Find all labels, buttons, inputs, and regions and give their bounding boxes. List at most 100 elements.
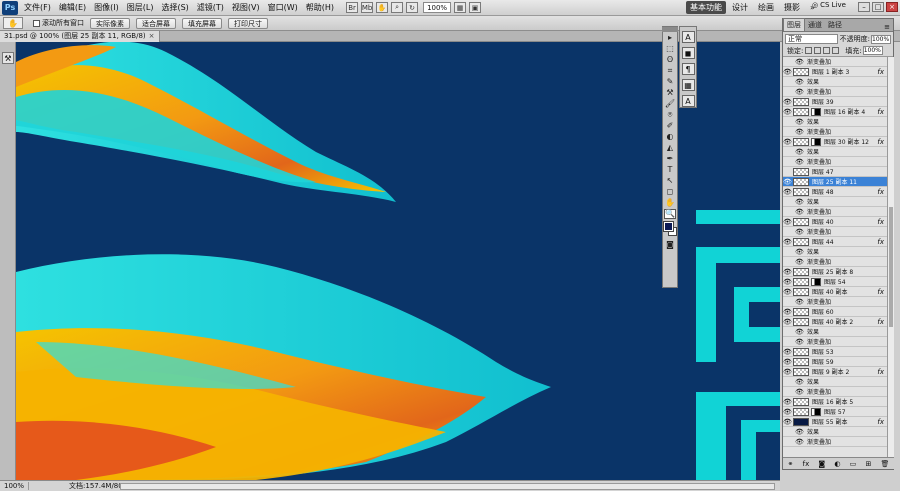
layer-row[interactable]: 👁 图层 40 副本 2 fx bbox=[783, 317, 887, 327]
eye-icon[interactable]: 👁 bbox=[783, 318, 792, 326]
tool-0-icon[interactable]: ▸ bbox=[664, 33, 676, 43]
lock-transparent-icon[interactable] bbox=[805, 47, 813, 54]
hand-tool-preset-icon[interactable]: ✋ bbox=[3, 17, 23, 29]
layer-row[interactable]: 👁 图层 60 bbox=[783, 307, 887, 317]
arrange-documents-icon[interactable]: ▦ bbox=[454, 2, 467, 13]
eye-icon[interactable]: 👁 bbox=[795, 328, 804, 336]
layers-footer-0-icon[interactable]: ⚭ bbox=[788, 460, 794, 468]
scrollbar-thumb[interactable] bbox=[889, 207, 893, 327]
screen-mode-icon[interactable]: ▣ bbox=[469, 2, 482, 13]
lock-position-icon[interactable] bbox=[823, 47, 831, 54]
minimize-icon[interactable]: – bbox=[858, 2, 870, 12]
fx-icon[interactable]: fx bbox=[877, 108, 884, 116]
horizontal-scrollbar[interactable] bbox=[120, 483, 775, 490]
bridge-icon[interactable]: Br bbox=[346, 2, 359, 13]
eye-icon[interactable]: 👁 bbox=[783, 108, 792, 116]
dock-panel-0-icon[interactable]: A bbox=[681, 31, 695, 43]
menu-item-8[interactable]: 帮助(H) bbox=[302, 2, 338, 13]
layer-row[interactable]: 👁 图层 53 bbox=[783, 347, 887, 357]
layer-row[interactable]: 👁 图层 59 bbox=[783, 357, 887, 367]
eye-icon[interactable]: 👁 bbox=[795, 378, 804, 386]
tab-channels[interactable]: 通道 bbox=[805, 19, 825, 31]
fx-icon[interactable]: fx bbox=[877, 288, 884, 296]
layers-footer-1-icon[interactable]: fx bbox=[803, 460, 810, 468]
minibridge-icon[interactable]: Mb bbox=[361, 2, 374, 13]
lock-pixels-icon[interactable] bbox=[814, 47, 822, 54]
eye-icon[interactable]: 👁 bbox=[783, 418, 792, 426]
eye-icon[interactable]: 👁 bbox=[795, 158, 804, 166]
eye-icon[interactable]: 👁 bbox=[783, 288, 792, 296]
layer-row[interactable]: 图层 47 bbox=[783, 167, 887, 177]
eye-icon[interactable]: 👁 bbox=[783, 358, 792, 366]
dock-panel-4-icon[interactable]: A bbox=[681, 95, 695, 107]
layers-footer-5-icon[interactable]: ⊞ bbox=[865, 460, 871, 468]
layer-row[interactable]: 👁 图层 9 副本 2 fx bbox=[783, 367, 887, 377]
tool-5-icon[interactable]: ⚒ bbox=[664, 88, 676, 98]
eye-icon[interactable]: 👁 bbox=[795, 438, 804, 446]
eye-icon[interactable]: 👁 bbox=[783, 218, 792, 226]
layer-row[interactable]: 👁 图层 30 副本 12 fx bbox=[783, 137, 887, 147]
eye-icon[interactable]: 👁 bbox=[795, 248, 804, 256]
menu-item-0[interactable]: 文件(F) bbox=[20, 2, 55, 13]
eye-icon[interactable]: 👁 bbox=[783, 368, 792, 376]
layers-footer-2-icon[interactable]: ◙ bbox=[818, 460, 825, 468]
tool-10-icon[interactable]: ◭ bbox=[664, 143, 676, 153]
workspace-2[interactable]: 绘画 bbox=[754, 1, 778, 14]
eye-icon[interactable]: 👁 bbox=[795, 208, 804, 216]
eye-icon[interactable]: 👁 bbox=[795, 298, 804, 306]
rotate-view-icon[interactable]: ↻ bbox=[406, 2, 419, 13]
tool-16-icon[interactable]: 🔍 bbox=[664, 209, 676, 219]
dock-panel-3-icon[interactable]: ▦ bbox=[681, 79, 695, 91]
fit-screen-button[interactable]: 适合屏幕 bbox=[136, 17, 176, 29]
scroll-all-windows-option[interactable]: 滚动所有窗口 bbox=[33, 18, 84, 28]
scroll-all-checkbox[interactable] bbox=[33, 19, 40, 27]
workspace-1[interactable]: 设计 bbox=[728, 1, 752, 14]
fx-icon[interactable]: fx bbox=[877, 368, 884, 376]
workspace-3[interactable]: 摄影 bbox=[780, 1, 804, 14]
fx-icon[interactable]: fx bbox=[877, 238, 884, 246]
fx-icon[interactable]: fx bbox=[877, 318, 884, 326]
hand-tool-icon[interactable]: ✋ bbox=[376, 2, 389, 13]
eye-icon[interactable]: 👁 bbox=[783, 98, 792, 106]
eye-icon[interactable]: 👁 bbox=[783, 188, 792, 196]
eye-icon[interactable]: 👁 bbox=[783, 308, 792, 316]
close-tab-icon[interactable]: × bbox=[149, 31, 155, 42]
panel-menu-icon[interactable]: ≡ bbox=[881, 23, 893, 31]
layer-row[interactable]: 👁 图层 57 bbox=[783, 407, 887, 417]
tool-2-icon[interactable]: ʘ bbox=[664, 55, 676, 65]
foreground-color-swatch[interactable] bbox=[663, 221, 674, 232]
zoom-tool-icon[interactable]: ⌕ bbox=[391, 2, 404, 13]
eye-icon[interactable]: 👁 bbox=[795, 428, 804, 436]
eye-icon[interactable]: 👁 bbox=[783, 348, 792, 356]
eye-icon[interactable]: 👁 bbox=[795, 388, 804, 396]
tool-12-icon[interactable]: T bbox=[664, 165, 676, 175]
workspace-0[interactable]: 基本功能 bbox=[686, 1, 726, 14]
eye-icon[interactable]: 👁 bbox=[783, 398, 792, 406]
layer-row[interactable]: 👁 图层 40 副本 fx bbox=[783, 287, 887, 297]
eye-icon[interactable]: 👁 bbox=[783, 138, 792, 146]
fx-icon[interactable]: fx bbox=[877, 218, 884, 226]
layer-row[interactable]: 👁 图层 40 fx bbox=[783, 217, 887, 227]
fx-icon[interactable]: fx bbox=[877, 138, 884, 146]
eye-icon[interactable]: 👁 bbox=[783, 408, 792, 416]
layer-row[interactable]: 👁 图层 54 bbox=[783, 277, 887, 287]
eye-icon[interactable]: 👁 bbox=[795, 58, 804, 66]
tool-15-icon[interactable]: ✋ bbox=[664, 198, 676, 208]
eye-icon[interactable]: 👁 bbox=[795, 128, 804, 136]
tool-3-icon[interactable]: ⌗ bbox=[664, 66, 676, 76]
fx-icon[interactable]: fx bbox=[877, 188, 884, 196]
fx-icon[interactable]: fx bbox=[877, 418, 884, 426]
fill-screen-button[interactable]: 填充屏幕 bbox=[182, 17, 222, 29]
eye-icon[interactable]: 👁 bbox=[795, 78, 804, 86]
tool-14-icon[interactable]: ◻ bbox=[664, 187, 676, 197]
layers-footer-6-icon[interactable]: 🗑 bbox=[881, 460, 890, 468]
close-icon[interactable]: × bbox=[886, 2, 898, 12]
eye-icon[interactable]: 👁 bbox=[795, 198, 804, 206]
eye-icon[interactable]: 👁 bbox=[795, 228, 804, 236]
eye-icon[interactable]: 👁 bbox=[783, 278, 792, 286]
eye-icon[interactable]: 👁 bbox=[795, 338, 804, 346]
layer-row[interactable]: 👁 图层 25 副本 11 bbox=[783, 177, 887, 187]
tool-7-icon[interactable]: ⍟ bbox=[664, 110, 676, 120]
menu-item-2[interactable]: 图像(I) bbox=[90, 2, 123, 13]
eye-icon[interactable]: 👁 bbox=[783, 178, 792, 186]
